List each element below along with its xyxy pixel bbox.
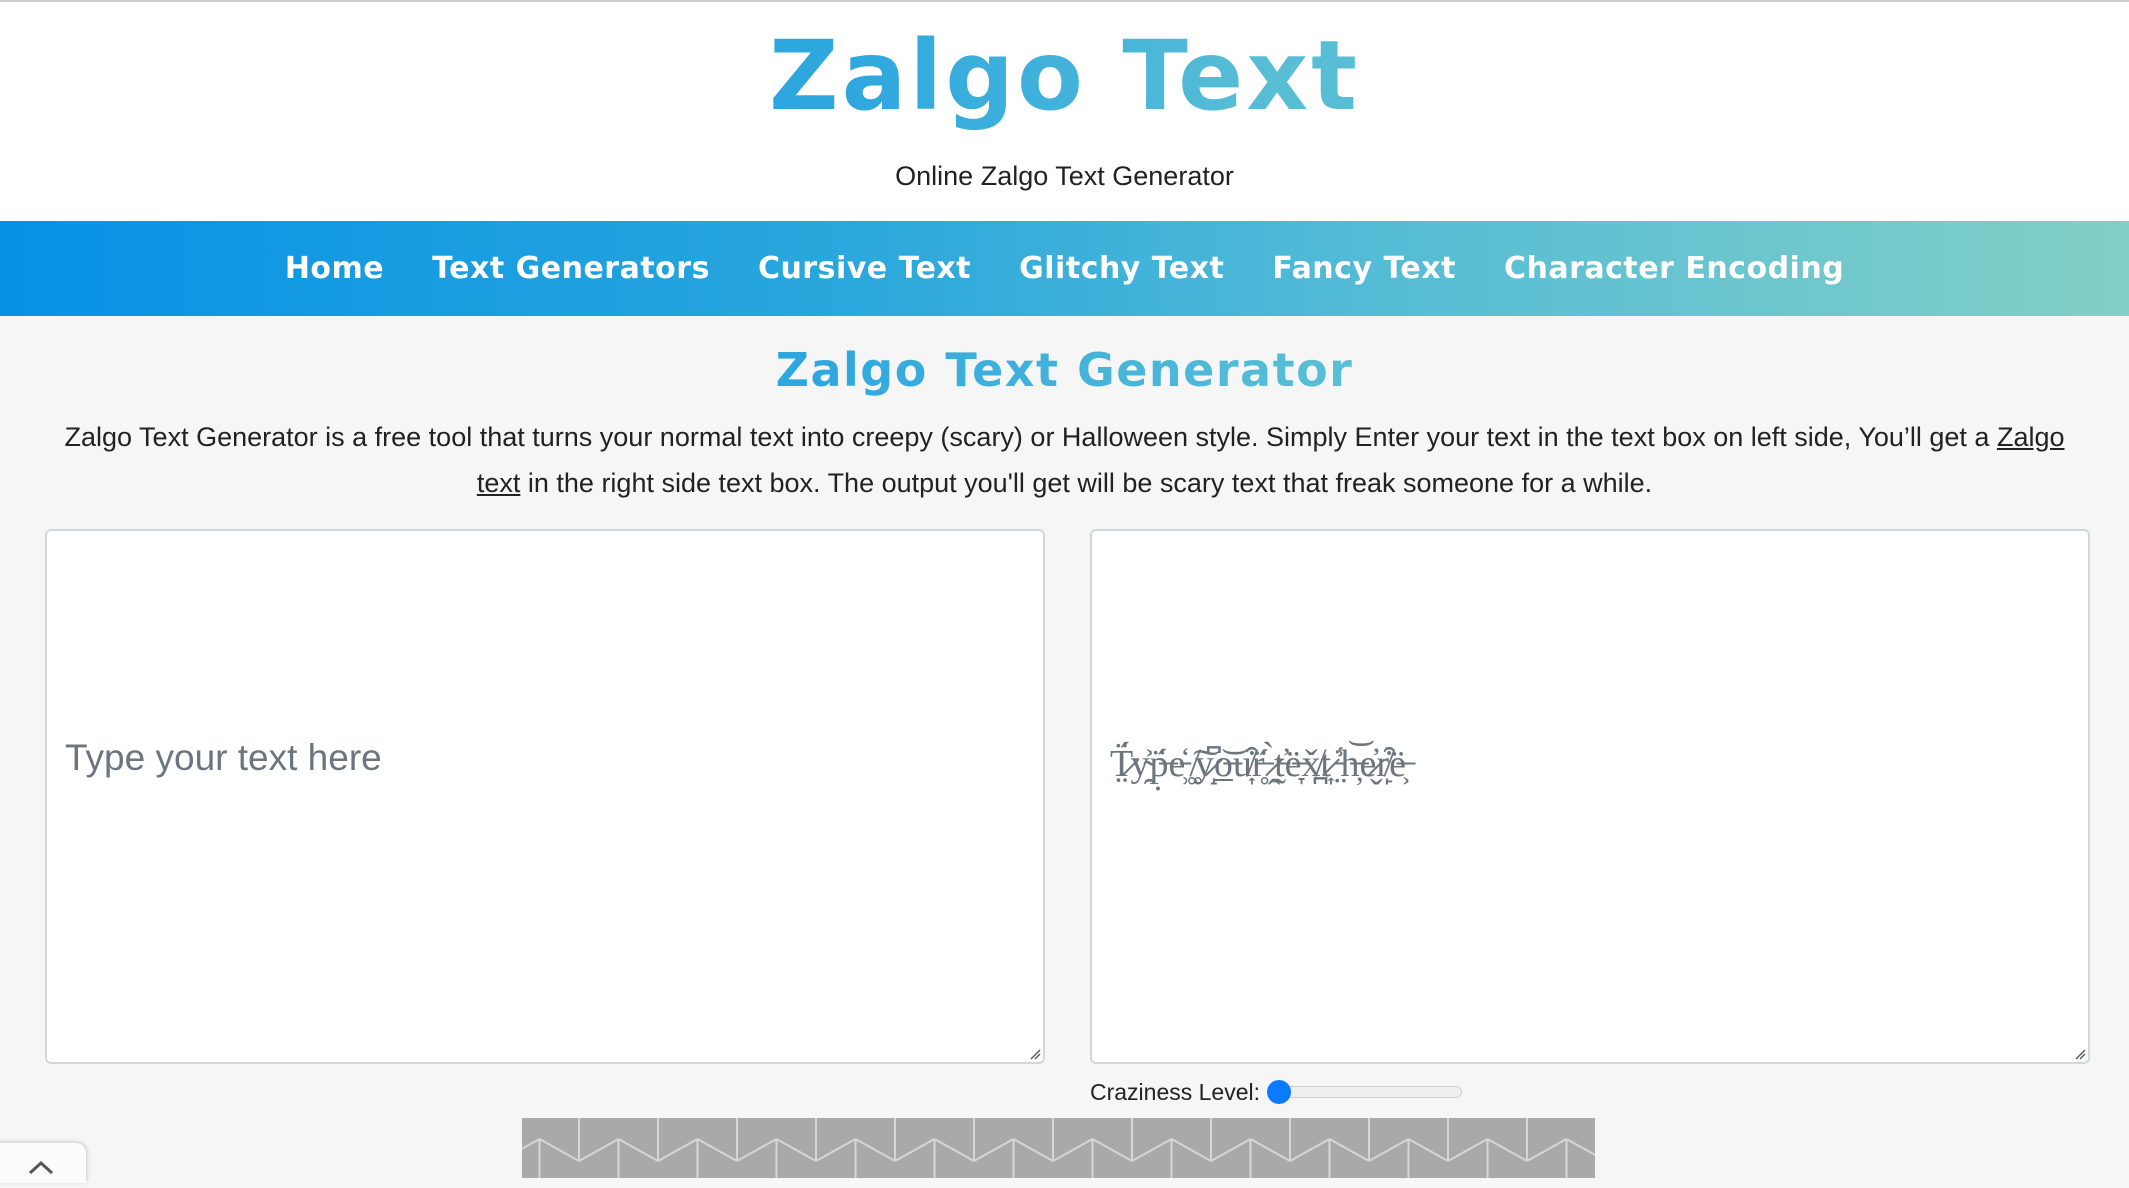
scroll-to-top-button[interactable] [0,1143,86,1183]
input-textarea[interactable] [47,531,1043,1062]
craziness-slider[interactable] [1267,1080,1463,1104]
site-header: Zalgo Text Online Zalgo Text Generator [0,2,2129,221]
nav-item-character-encoding[interactable]: Character Encoding [1504,251,1844,286]
input-box: Type your text here [45,529,1045,1064]
site-title[interactable]: Zalgo Text [0,16,2129,136]
resize-grip-icon[interactable] [2072,1046,2086,1060]
output-textarea[interactable] [1092,531,2088,1062]
craziness-label: Craziness Level: [1090,1078,1261,1105]
site-subtitle: Online Zalgo Text Generator [895,161,1234,191]
output-box: T̷̤̈́y̴̯͐p̶̣̈́e̵̹̒ ̸͚͠y̷̝͆o̶̲͝u̸͎͒r̶̥̈́ … [1090,529,2090,1064]
cube-pattern [522,1118,1595,1178]
nav-item-glitchy-text[interactable]: Glitchy Text [1019,251,1224,286]
intro-text-after: in the right side text box. The output y… [520,468,1653,498]
nav-item-home[interactable]: Home [285,251,384,286]
chevron-up-icon [28,1160,54,1175]
nav-item-fancy-text[interactable]: Fancy Text [1272,251,1456,286]
ad-banner-pattern [522,1118,1595,1178]
craziness-slider-thumb[interactable] [1267,1080,1292,1104]
nav-item-cursive-text[interactable]: Cursive Text [758,251,971,286]
resize-grip-icon[interactable] [1027,1046,1041,1060]
nav-item-text-generators[interactable]: Text Generators [432,251,710,286]
intro-text-before: Zalgo Text Generator is a free tool that… [64,422,1997,452]
craziness-control: Craziness Level: [1090,1075,1463,1109]
intro-paragraph: Zalgo Text Generator is a free tool that… [50,414,2079,506]
main-nav: Home Text Generators Cursive Text Glitch… [0,221,2129,316]
page-heading: Zalgo Text Generator [0,338,2129,402]
